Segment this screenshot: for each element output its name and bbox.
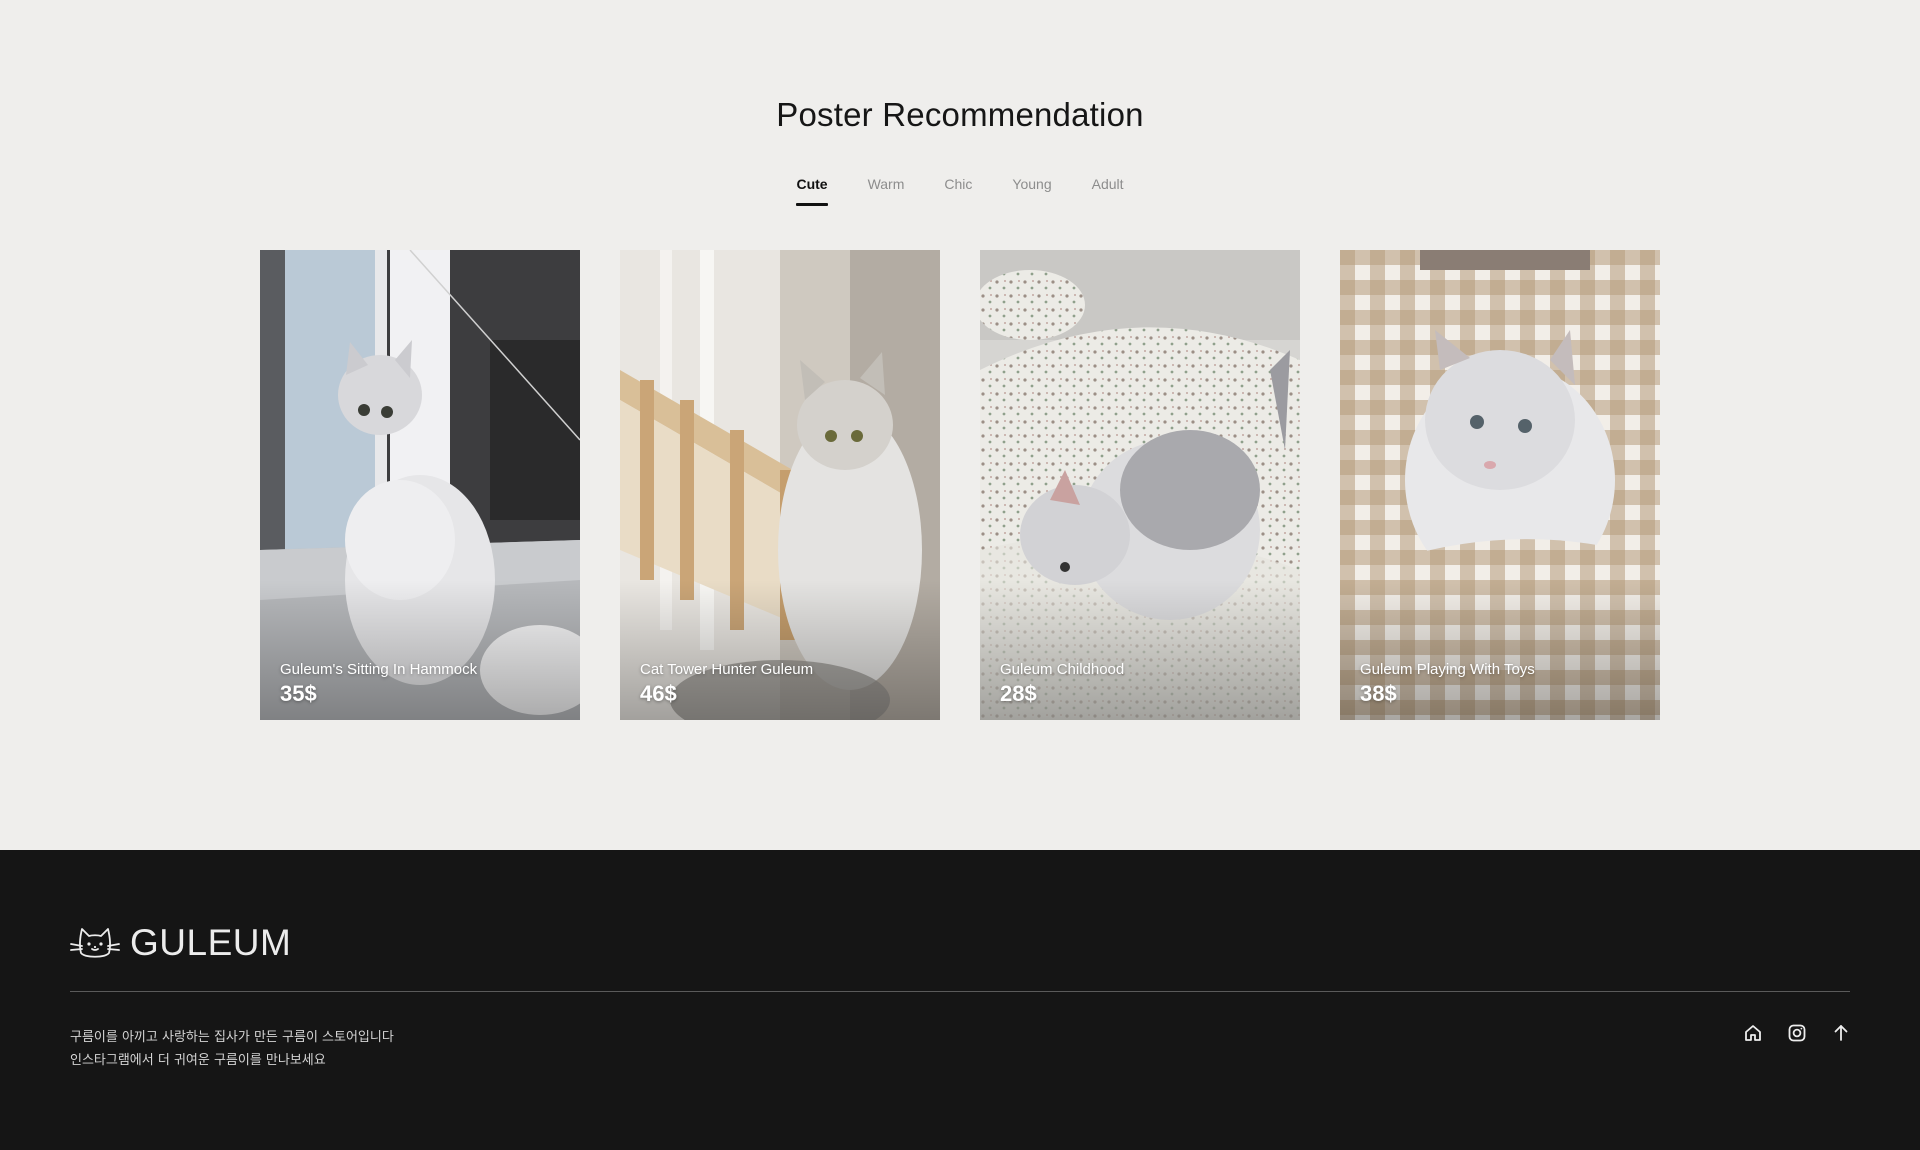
card-price: 28$ (1000, 681, 1037, 706)
poster-card[interactable]: Guleum Playing With Toys 38$ (1340, 250, 1660, 720)
poster-card[interactable]: Guleum Childhood 28$ (980, 250, 1300, 720)
card-title: Guleum Playing With Toys (1360, 661, 1535, 678)
tab-young[interactable]: Young (1012, 176, 1051, 206)
card-caption: Guleum Childhood 28$ (1000, 660, 1124, 708)
card-title: Cat Tower Hunter Guleum (640, 661, 814, 678)
tab-cute[interactable]: Cute (796, 176, 828, 206)
card-caption: Cat Tower Hunter Guleum 46$ (640, 660, 813, 708)
tab-adult[interactable]: Adult (1092, 176, 1124, 206)
card-title: Guleum Childhood (1000, 661, 1125, 678)
footer-brand[interactable]: GULEUM (70, 922, 291, 964)
section-title: Poster Recommendation (776, 96, 1144, 133)
poster-card[interactable]: Cat Tower Hunter Guleum 46$ (620, 250, 940, 720)
card-caption: Guleum Playing With Toys 38$ (1360, 660, 1535, 708)
instagram-icon[interactable] (1786, 1022, 1808, 1044)
card-price: 46$ (640, 681, 677, 706)
footer-description: 구름이를 아끼고 사랑하는 집사가 만든 구름이 스토어입니다 인스타그램에서 … (70, 1026, 394, 1072)
page: Poster Recommendation Cute Warm Chic You… (0, 0, 1920, 1150)
cat-logo-icon (70, 928, 120, 958)
card-price: 35$ (280, 681, 317, 706)
tab-chic[interactable]: Chic (944, 176, 972, 206)
brand-name: GULEUM (130, 922, 292, 963)
arrow-up-icon[interactable] (1830, 1022, 1852, 1044)
poster-recommendation-section: Poster Recommendation Cute Warm Chic You… (0, 0, 1920, 850)
poster-card[interactable]: Guleum's Sitting In Hammock 35$ (260, 250, 580, 720)
footer-description-line: 구름이를 아끼고 사랑하는 집사가 만든 구름이 스토어입니다 (70, 1030, 394, 1045)
card-price: 38$ (1360, 681, 1397, 706)
card-title: Guleum's Sitting In Hammock (280, 661, 478, 678)
tab-warm[interactable]: Warm (868, 176, 905, 206)
footer-description-line: 인스타그램에서 더 귀여운 구름이를 만나보세요 (70, 1053, 326, 1068)
category-tabs: Cute Warm Chic Young Adult (0, 176, 1920, 206)
site-footer: GULEUM 구름이를 아끼고 사랑하는 집사가 만든 구름이 스토어입니다 인… (0, 850, 1920, 1150)
footer-icon-links (1742, 1022, 1852, 1044)
poster-card-list: Guleum's Sitting In Hammock 35$ Cat Towe… (260, 250, 1660, 720)
footer-divider (70, 991, 1850, 992)
home-icon[interactable] (1742, 1022, 1764, 1044)
card-caption: Guleum's Sitting In Hammock 35$ (280, 660, 477, 708)
